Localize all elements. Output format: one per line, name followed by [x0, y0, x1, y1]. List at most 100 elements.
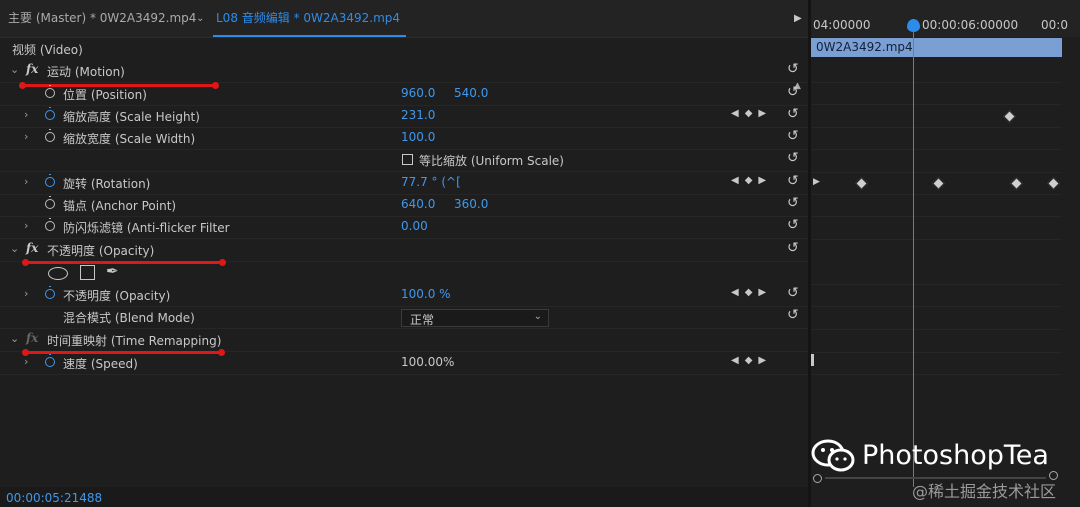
clip-bar[interactable]: 0W2A3492.mp4 — [811, 38, 1062, 57]
reset-icon[interactable]: ↺ — [787, 307, 799, 323]
chevron-down-icon[interactable]: ⌄ — [10, 63, 19, 76]
ruler-tick: 04:00000 — [813, 18, 871, 32]
chevron-right-icon[interactable]: › — [24, 355, 28, 368]
keyframe[interactable] — [855, 177, 868, 190]
reset-icon[interactable]: ↺ — [787, 84, 799, 100]
track-divider — [811, 216, 1062, 217]
track-divider — [811, 104, 1062, 105]
rotation-value[interactable]: 77.7 ° (^[ — [401, 175, 461, 189]
param-position-row: 位置 (Position) 960.0 540.0 ↺ — [0, 83, 808, 106]
fx-icon[interactable]: fx — [26, 241, 38, 255]
speed-value[interactable]: 100.00% — [401, 355, 454, 369]
effect-motion-row[interactable]: ⌄ fx 运动 (Motion) ↺ — [0, 60, 808, 83]
reset-icon[interactable]: ↺ — [787, 195, 799, 211]
reset-icon[interactable]: ↺ — [787, 61, 799, 77]
fx-icon[interactable]: fx — [26, 62, 38, 76]
param-anti-flicker-label: 防闪烁滤镜 (Anti-flicker Filter — [63, 221, 230, 235]
param-speed-label: 速度 (Speed) — [63, 357, 138, 371]
keyframe-navigator[interactable]: ◀◆▶ — [731, 355, 772, 366]
ruler-tick: 00:00:06:00000 — [922, 18, 1019, 32]
chevron-right-icon[interactable]: › — [24, 287, 28, 300]
tab-master[interactable]: 主要 (Master) * 0W2A3492.mp4 — [8, 0, 196, 37]
stopwatch-icon[interactable] — [45, 174, 55, 187]
effect-opacity-row[interactable]: ⌄ fx 不透明度 (Opacity) ↺ — [0, 239, 808, 262]
scale-width-value[interactable]: 100.0 — [401, 130, 435, 144]
tab-sequence[interactable]: L08 音频编辑 * 0W2A3492.mp4 — [216, 0, 400, 37]
keyframe-navigator[interactable]: ◀◆▶ — [731, 175, 772, 186]
param-scale-height-row: › 缩放高度 (Scale Height) 231.0 ◀◆▶ ↺ — [0, 105, 808, 128]
chevron-right-icon[interactable]: › — [24, 175, 28, 188]
chevron-right-icon[interactable]: › — [24, 219, 28, 232]
keyframe[interactable] — [1003, 110, 1016, 123]
keyframe[interactable] — [1047, 177, 1060, 190]
track-divider — [811, 194, 1062, 195]
param-position-label: 位置 (Position) — [63, 88, 147, 102]
param-anchor-label: 锚点 (Anchor Point) — [63, 199, 177, 213]
stopwatch-icon[interactable] — [45, 107, 55, 120]
reset-icon[interactable]: ↺ — [787, 150, 799, 166]
keyframe-navigator[interactable]: ◀◆▶ — [731, 108, 772, 119]
stopwatch-icon[interactable] — [45, 354, 55, 367]
stopwatch-icon[interactable] — [45, 196, 55, 209]
chevron-down-icon[interactable]: ⌄ — [10, 332, 19, 345]
rectangle-mask-icon[interactable] — [80, 265, 95, 280]
ellipse-mask-icon[interactable] — [48, 267, 68, 280]
stopwatch-icon[interactable] — [45, 85, 55, 98]
stopwatch-icon[interactable] — [45, 218, 55, 231]
track-divider — [811, 172, 1062, 173]
effect-opacity-label: 不透明度 (Opacity) — [47, 244, 155, 258]
param-scale-height-label: 缩放高度 (Scale Height) — [63, 110, 200, 124]
reset-icon[interactable]: ↺ — [787, 285, 799, 301]
pen-mask-icon[interactable]: ✒ — [106, 262, 119, 280]
blend-mode-select[interactable]: 正常 ⌄ — [401, 309, 549, 327]
position-y-value[interactable]: 540.0 — [454, 86, 488, 100]
keyframe[interactable] — [932, 177, 945, 190]
chevron-down-icon: ⌄ — [533, 311, 542, 322]
param-rotation-row: › 旋转 (Rotation) 77.7 ° (^[ ◀◆▶ ↺ — [0, 172, 808, 195]
current-timecode[interactable]: 00:00:05:21488 — [6, 491, 102, 505]
anti-flicker-value[interactable]: 0.00 — [401, 219, 428, 233]
speed-keyframe-edge[interactable] — [811, 354, 814, 366]
stopwatch-icon[interactable] — [45, 129, 55, 142]
reset-icon[interactable]: ↺ — [787, 106, 799, 122]
param-rotation-label: 旋转 (Rotation) — [63, 177, 151, 191]
blend-mode-value: 正常 — [410, 313, 435, 327]
param-opacity-label: 不透明度 (Opacity) — [63, 289, 171, 303]
play-icon[interactable]: ▶ — [813, 177, 820, 187]
opacity-value[interactable]: 100.0 % — [401, 287, 451, 301]
track-divider — [811, 127, 1062, 128]
param-opacity-row: › 不透明度 (Opacity) 100.0 % ◀◆▶ ↺ — [0, 284, 808, 307]
param-uniform-scale-row: 等比缩放 (Uniform Scale) ↺ — [0, 149, 808, 172]
reset-icon[interactable]: ↺ — [787, 173, 799, 189]
scale-height-value[interactable]: 231.0 — [401, 108, 435, 122]
chevron-down-icon[interactable]: ⌄ — [196, 0, 204, 37]
param-scale-width-label: 缩放宽度 (Scale Width) — [63, 132, 196, 146]
play-icon[interactable]: ▶ — [794, 13, 802, 24]
watermark-brand: PhotoshopTea — [862, 440, 1049, 471]
effect-time-remap-row[interactable]: ⌄ fx 时间重映射 (Time Remapping) — [0, 329, 808, 352]
playhead-handle[interactable] — [907, 19, 920, 32]
ruler-tick: 00:0 — [1041, 18, 1068, 32]
annotation-underline — [22, 259, 226, 266]
reset-icon[interactable]: ↺ — [787, 217, 799, 233]
keyframe-navigator[interactable]: ◀◆▶ — [731, 287, 772, 298]
keyframe[interactable] — [1010, 177, 1023, 190]
active-tab-indicator — [213, 35, 406, 37]
effect-motion-label: 运动 (Motion) — [47, 65, 125, 79]
time-ruler[interactable]: 04:00000 00:00:06:00000 00:0 — [811, 0, 1080, 37]
anchor-x-value[interactable]: 640.0 — [401, 197, 435, 211]
uniform-scale-checkbox[interactable] — [402, 154, 413, 165]
chevron-right-icon[interactable]: › — [24, 108, 28, 121]
uniform-scale-label: 等比缩放 (Uniform Scale) — [419, 154, 564, 168]
playhead-line[interactable] — [913, 20, 914, 487]
param-speed-row: › 速度 (Speed) 100.00% ◀◆▶ — [0, 352, 808, 375]
param-anchor-row: 锚点 (Anchor Point) 640.0 360.0 ↺ — [0, 194, 808, 217]
chevron-down-icon[interactable]: ⌄ — [10, 242, 19, 255]
chevron-right-icon[interactable]: › — [24, 130, 28, 143]
zoom-handle-left[interactable] — [813, 474, 822, 483]
position-x-value[interactable]: 960.0 — [401, 86, 435, 100]
stopwatch-icon[interactable] — [45, 286, 55, 299]
reset-icon[interactable]: ↺ — [787, 128, 799, 144]
anchor-y-value[interactable]: 360.0 — [454, 197, 488, 211]
reset-icon[interactable]: ↺ — [787, 240, 799, 256]
